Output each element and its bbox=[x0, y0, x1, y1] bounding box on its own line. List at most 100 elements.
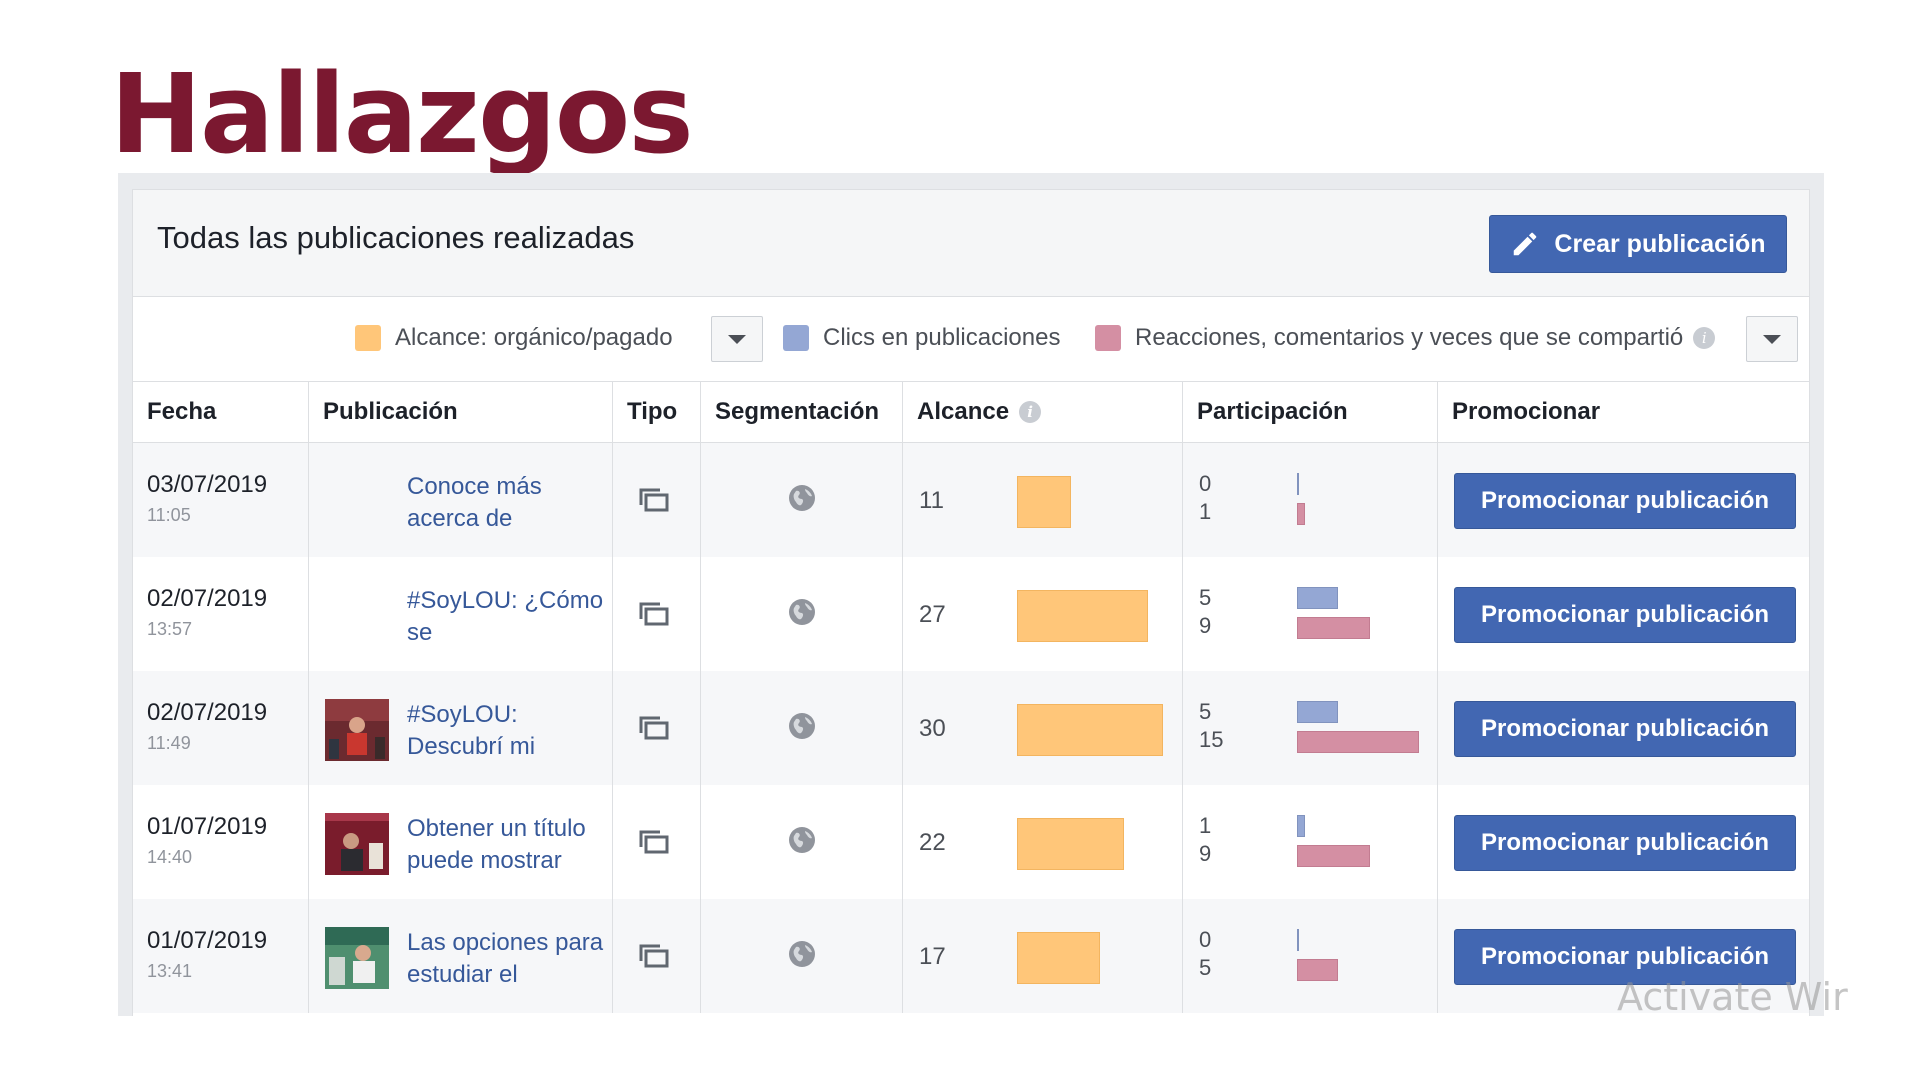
album-icon bbox=[639, 601, 669, 632]
type-cell bbox=[613, 557, 701, 671]
engagement-cell: 19 bbox=[1183, 785, 1438, 899]
chevron-down-icon bbox=[1763, 334, 1781, 344]
promote-post-button[interactable]: Promocionar publicación bbox=[1454, 587, 1796, 643]
table-row: 02/07/2019 11:49 #SoyLOU: Descubrí mi 30 5 15… bbox=[133, 671, 1809, 785]
legend-reach-label: Alcance: orgánico/pagado bbox=[395, 324, 673, 351]
reactions-bar bbox=[1297, 617, 1370, 639]
post-thumbnail[interactable] bbox=[325, 813, 389, 875]
reach-dropdown[interactable] bbox=[711, 316, 763, 362]
reach-cell: 30 bbox=[903, 671, 1183, 785]
type-cell bbox=[613, 899, 701, 1013]
reactions-value: 15 bbox=[1199, 727, 1224, 752]
reactions-value: 9 bbox=[1199, 613, 1212, 638]
promote-post-button[interactable]: Promocionar publicación bbox=[1454, 701, 1796, 757]
clicks-bar bbox=[1297, 587, 1338, 609]
header-reach[interactable]: Alcance i bbox=[903, 382, 1183, 442]
legend-reach: Alcance: orgánico/pagado bbox=[355, 324, 673, 352]
header-promote[interactable]: Promocionar bbox=[1438, 382, 1809, 442]
reach-cell: 22 bbox=[903, 785, 1183, 899]
reach-bar bbox=[1017, 590, 1148, 642]
date-cell: 02/07/2019 11:49 bbox=[133, 671, 309, 785]
reach-value: 17 bbox=[919, 943, 946, 970]
info-icon[interactable]: i bbox=[1693, 327, 1716, 349]
engagement-cell: 5 15 bbox=[1183, 671, 1438, 785]
post-thumbnail[interactable] bbox=[325, 699, 389, 761]
clicks-value: 1 bbox=[1199, 813, 1212, 838]
table-body: 03/07/2019 11:05 Conoce más acerca de 11 0 1 P… bbox=[133, 443, 1809, 1013]
clicks-swatch bbox=[783, 325, 809, 351]
globe-icon bbox=[787, 939, 817, 974]
reach-value: 27 bbox=[919, 601, 946, 628]
post-time: 11:05 bbox=[147, 505, 191, 525]
promote-cell: Promocionar publicación bbox=[1438, 785, 1809, 899]
clicks-bar bbox=[1297, 473, 1299, 495]
post-time: 14:40 bbox=[147, 847, 193, 867]
date-cell: 01/07/2019 13:41 bbox=[133, 899, 309, 1013]
promote-post-button[interactable]: Promocionar publicación bbox=[1454, 815, 1796, 871]
activation-watermark: Activate Wir bbox=[1617, 975, 1848, 1019]
table-row: 03/07/2019 11:05 Conoce más acerca de 11 0 1 P… bbox=[133, 443, 1809, 557]
posts-panel: Todas las publicaciones realizadas Crear… bbox=[132, 189, 1810, 1016]
post-date: 03/07/2019 bbox=[147, 471, 268, 498]
clicks-bar bbox=[1297, 701, 1338, 723]
header-engagement[interactable]: Participación bbox=[1183, 382, 1438, 442]
targeting-cell bbox=[701, 671, 903, 785]
reach-swatch bbox=[355, 325, 381, 351]
album-icon bbox=[639, 943, 669, 974]
globe-icon bbox=[787, 711, 817, 746]
globe-icon bbox=[787, 483, 817, 518]
header-date[interactable]: Fecha bbox=[133, 382, 309, 442]
engagement-cell: 05 bbox=[1183, 899, 1438, 1013]
targeting-cell bbox=[701, 785, 903, 899]
table-row: 02/07/2019 13:57 #SoyLOU: ¿Cómo se 27 5 9 Prom… bbox=[133, 557, 1809, 671]
reach-value: 22 bbox=[919, 829, 946, 856]
clicks-value: 0 bbox=[1199, 471, 1212, 496]
header-post[interactable]: Publicación bbox=[309, 382, 613, 442]
album-icon bbox=[639, 715, 669, 746]
reactions-bar bbox=[1297, 503, 1305, 525]
panel-title: Todas las publicaciones realizadas bbox=[157, 220, 635, 255]
date-cell: 02/07/2019 13:57 bbox=[133, 557, 309, 671]
reach-cell: 17 bbox=[903, 899, 1183, 1013]
post-cell: Obtener un título puede mostrar bbox=[309, 785, 613, 899]
post-link[interactable]: #SoyLOU: ¿Cómo se bbox=[407, 585, 607, 649]
album-icon bbox=[639, 487, 669, 518]
legend-reactions: Reacciones, comentarios y veces que se c… bbox=[1095, 324, 1716, 352]
reactions-value: 5 bbox=[1199, 955, 1212, 980]
post-date: 01/07/2019 bbox=[147, 813, 268, 840]
engagement-dropdown[interactable] bbox=[1746, 316, 1798, 362]
post-thumbnail[interactable] bbox=[325, 927, 389, 989]
chevron-down-icon bbox=[728, 334, 746, 344]
reactions-bar bbox=[1297, 959, 1338, 981]
clicks-value: 0 bbox=[1199, 927, 1212, 952]
pencil-icon bbox=[1514, 232, 1537, 256]
legend-clicks-label: Clics en publicaciones bbox=[823, 324, 1061, 351]
clicks-bar bbox=[1297, 815, 1305, 837]
post-cell: #SoyLOU: Descubrí mi bbox=[309, 671, 613, 785]
promote-post-button[interactable]: Promocionar publicación bbox=[1454, 473, 1796, 529]
targeting-cell bbox=[701, 443, 903, 557]
date-cell: 01/07/2019 14:40 bbox=[133, 785, 309, 899]
post-link[interactable]: Las opciones para estudiar el bbox=[407, 927, 607, 991]
type-cell bbox=[613, 785, 701, 899]
info-icon[interactable]: i bbox=[1019, 401, 1042, 423]
post-link[interactable]: Conoce más acerca de bbox=[407, 471, 607, 535]
reach-cell: 11 bbox=[903, 443, 1183, 557]
panel-header: Todas las publicaciones realizadas Crear… bbox=[133, 190, 1809, 297]
post-link[interactable]: Obtener un título puede mostrar bbox=[407, 813, 607, 877]
type-cell bbox=[613, 671, 701, 785]
clicks-value: 5 bbox=[1199, 585, 1212, 610]
table-header: Fecha Publicación Tipo Segmentación Alca… bbox=[133, 382, 1809, 443]
post-link[interactable]: #SoyLOU: Descubrí mi bbox=[407, 699, 607, 763]
create-post-button[interactable]: Crear publicación bbox=[1489, 215, 1787, 273]
reactions-bar bbox=[1297, 845, 1370, 867]
post-cell: #SoyLOU: ¿Cómo se bbox=[309, 557, 613, 671]
type-cell bbox=[613, 443, 701, 557]
header-type[interactable]: Tipo bbox=[613, 382, 701, 442]
header-targeting[interactable]: Segmentación bbox=[701, 382, 903, 442]
create-post-label: Crear publicación bbox=[1554, 229, 1766, 258]
reach-bar bbox=[1017, 818, 1124, 870]
reach-bar bbox=[1017, 476, 1071, 528]
reach-cell: 27 bbox=[903, 557, 1183, 671]
engagement-cell: 01 bbox=[1183, 443, 1438, 557]
